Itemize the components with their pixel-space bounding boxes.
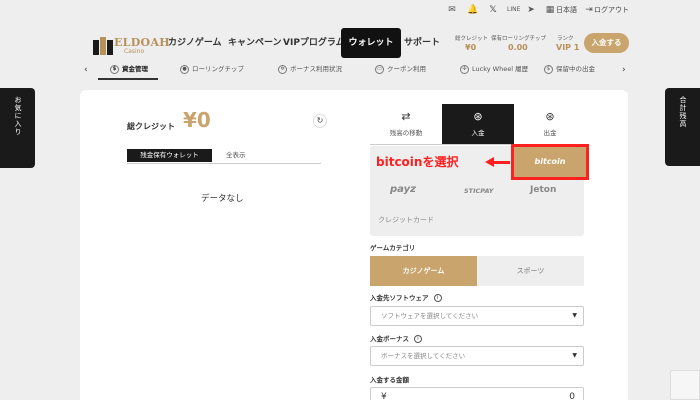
sticpay-option[interactable]: STICPAY — [464, 187, 493, 195]
message-icon[interactable]: ✉ — [446, 4, 458, 16]
nav-support[interactable]: サポート — [404, 36, 440, 50]
subtab-label: ボーナス利用状況 — [290, 65, 342, 73]
subtab-label: 保留中の出金 — [556, 65, 595, 73]
amount-label: 入金する金額 — [370, 376, 409, 384]
amount-value: 0 — [569, 392, 575, 400]
logout-link[interactable]: ログアウト — [594, 4, 629, 16]
rank-value: VIP 1 — [556, 43, 580, 52]
tab-withdraw[interactable]: ⊛ 出金 — [514, 104, 586, 144]
jeton-option[interactable]: Jeton — [530, 185, 556, 195]
info-icon[interactable]: i — [414, 335, 422, 343]
bonus-label-text: 入金ボーナス — [370, 335, 409, 343]
subtab-fund-management[interactable]: $ 資金管理 — [110, 62, 148, 76]
tab-show-all[interactable]: 全表示 — [226, 149, 246, 162]
favorites-label: お気に入り — [14, 96, 22, 136]
logo-subtext: Casino — [124, 48, 145, 55]
language-link[interactable]: 日本語 — [556, 4, 577, 16]
caret-down-icon: ▼ — [572, 312, 577, 319]
chip-icon: ● — [180, 64, 189, 74]
arrow-left-icon — [485, 157, 494, 167]
rolling-value: 0.00 — [508, 43, 528, 52]
bonus-label: 入金ボーナス i — [370, 333, 422, 343]
subtab-bonus-status[interactable]: ✲ ボーナス利用状況 — [278, 62, 342, 76]
total-credit-value: ¥0 — [183, 108, 211, 132]
currency-symbol: ¥ — [381, 392, 387, 400]
payz-option[interactable]: payz — [390, 184, 416, 195]
bonus-select[interactable]: ボーナスを選択してください ▼ — [370, 346, 584, 366]
active-tab-indicator — [98, 78, 158, 80]
software-label: 入金先ソフトウェア i — [370, 292, 442, 302]
rolling-label: 保有ローリングチップ — [491, 36, 547, 42]
divider — [127, 163, 321, 164]
annotation-arrow — [492, 161, 510, 164]
recaptcha-badge[interactable] — [670, 370, 700, 400]
deposit-icon: ⊛ — [473, 110, 483, 123]
transfer-icon: ⇄ — [401, 110, 411, 123]
utility-bar: ✉ 🔔 𝕏 LINE ➤ ▦ 日本語 ⇥ ログアウト — [0, 0, 700, 20]
gear-icon: ✲ — [278, 64, 287, 74]
wallet-icon: $ — [110, 64, 119, 74]
credit-label: 総クレジット — [455, 36, 489, 42]
subtab-label: 資金管理 — [122, 65, 148, 73]
tab-label: 出金 — [543, 129, 557, 137]
refresh-icon[interactable]: ↻ — [313, 114, 327, 128]
game-category-label: ゲームカテゴリ — [370, 244, 416, 252]
nav-wallet[interactable]: ウォレット — [341, 28, 401, 58]
rank-label: ランク — [557, 36, 574, 42]
telegram-icon[interactable]: ➤ — [525, 4, 537, 16]
credit-card-option[interactable]: クレジットカード — [378, 215, 434, 225]
tab-balance-transfer[interactable]: ⇄ 残高の移動 — [370, 104, 442, 144]
line-icon[interactable]: LINE — [507, 4, 520, 16]
pending-icon: $ — [544, 64, 553, 74]
x-icon[interactable]: 𝕏 — [487, 4, 499, 16]
tab-balance-wallet[interactable]: 残金保有ウォレット — [127, 149, 212, 162]
subtab-lucky-wheel[interactable]: ✣ Lucky Wheel 履歴 — [460, 62, 528, 76]
subtab-label: クーポン利用 — [387, 65, 426, 73]
empty-state: データなし — [201, 194, 244, 204]
subtab-label: ローリングチップ — [192, 65, 244, 73]
total-balance-label: 合計残高 — [679, 96, 687, 128]
total-balance-side-tab[interactable]: 合計残高 — [665, 88, 700, 166]
flag-icon: ▦ — [545, 5, 555, 15]
total-credit-label: 総クレジット — [127, 122, 175, 131]
nav-campaign[interactable]: キャンペーン — [228, 36, 282, 50]
nav-vip-program[interactable]: VIPプログラム — [283, 36, 345, 50]
category-sports-button[interactable]: スポーツ — [477, 256, 584, 286]
subtab-label: Lucky Wheel 履歴 — [472, 65, 529, 73]
tab-deposit[interactable]: ⊛ 入金 — [442, 104, 514, 144]
amount-input[interactable]: ¥ 0 — [370, 387, 584, 400]
sub-tabs: $ 資金管理 ● ローリングチップ ✲ ボーナス利用状況 ▭ クーポン利用 ✣ Lucky… — [80, 62, 630, 80]
tab-label: 入金 — [471, 129, 485, 137]
deposit-button[interactable]: 入金する — [584, 33, 629, 53]
software-label-text: 入金先ソフトウェア — [370, 294, 429, 302]
wheel-icon: ✣ — [460, 64, 469, 74]
coupon-icon: ▭ — [375, 64, 384, 74]
credit-value: ¥0 — [465, 43, 477, 52]
withdraw-icon: ⊛ — [545, 110, 555, 123]
annotation-text: bitcoinを選択 — [376, 155, 459, 169]
logo-icon[interactable] — [92, 36, 114, 56]
notification-icon[interactable]: 🔔 — [467, 4, 479, 16]
info-icon[interactable]: i — [433, 294, 442, 302]
bitcoin-option[interactable]: bitcoin — [511, 144, 589, 180]
chevron-right-icon[interactable]: › — [622, 65, 626, 75]
nav-casino-games[interactable]: カジノゲーム — [168, 36, 222, 50]
caret-down-icon: ▼ — [572, 352, 577, 359]
favorites-side-tab[interactable]: お気に入り — [0, 88, 35, 168]
software-select[interactable]: ソフトウェアを選択してください ▼ — [370, 306, 584, 326]
subtab-pending-withdraw[interactable]: $ 保留中の出金 — [544, 62, 595, 76]
category-casino-button[interactable]: カジノゲーム — [370, 256, 477, 286]
subtab-coupon[interactable]: ▭ クーポン利用 — [375, 62, 426, 76]
software-placeholder: ソフトウェアを選択してください — [381, 312, 479, 320]
subtab-rolling-chip[interactable]: ● ローリングチップ — [180, 62, 244, 76]
bonus-placeholder: ボーナスを選択してください — [381, 352, 466, 360]
tab-label: 残高の移動 — [389, 129, 423, 137]
